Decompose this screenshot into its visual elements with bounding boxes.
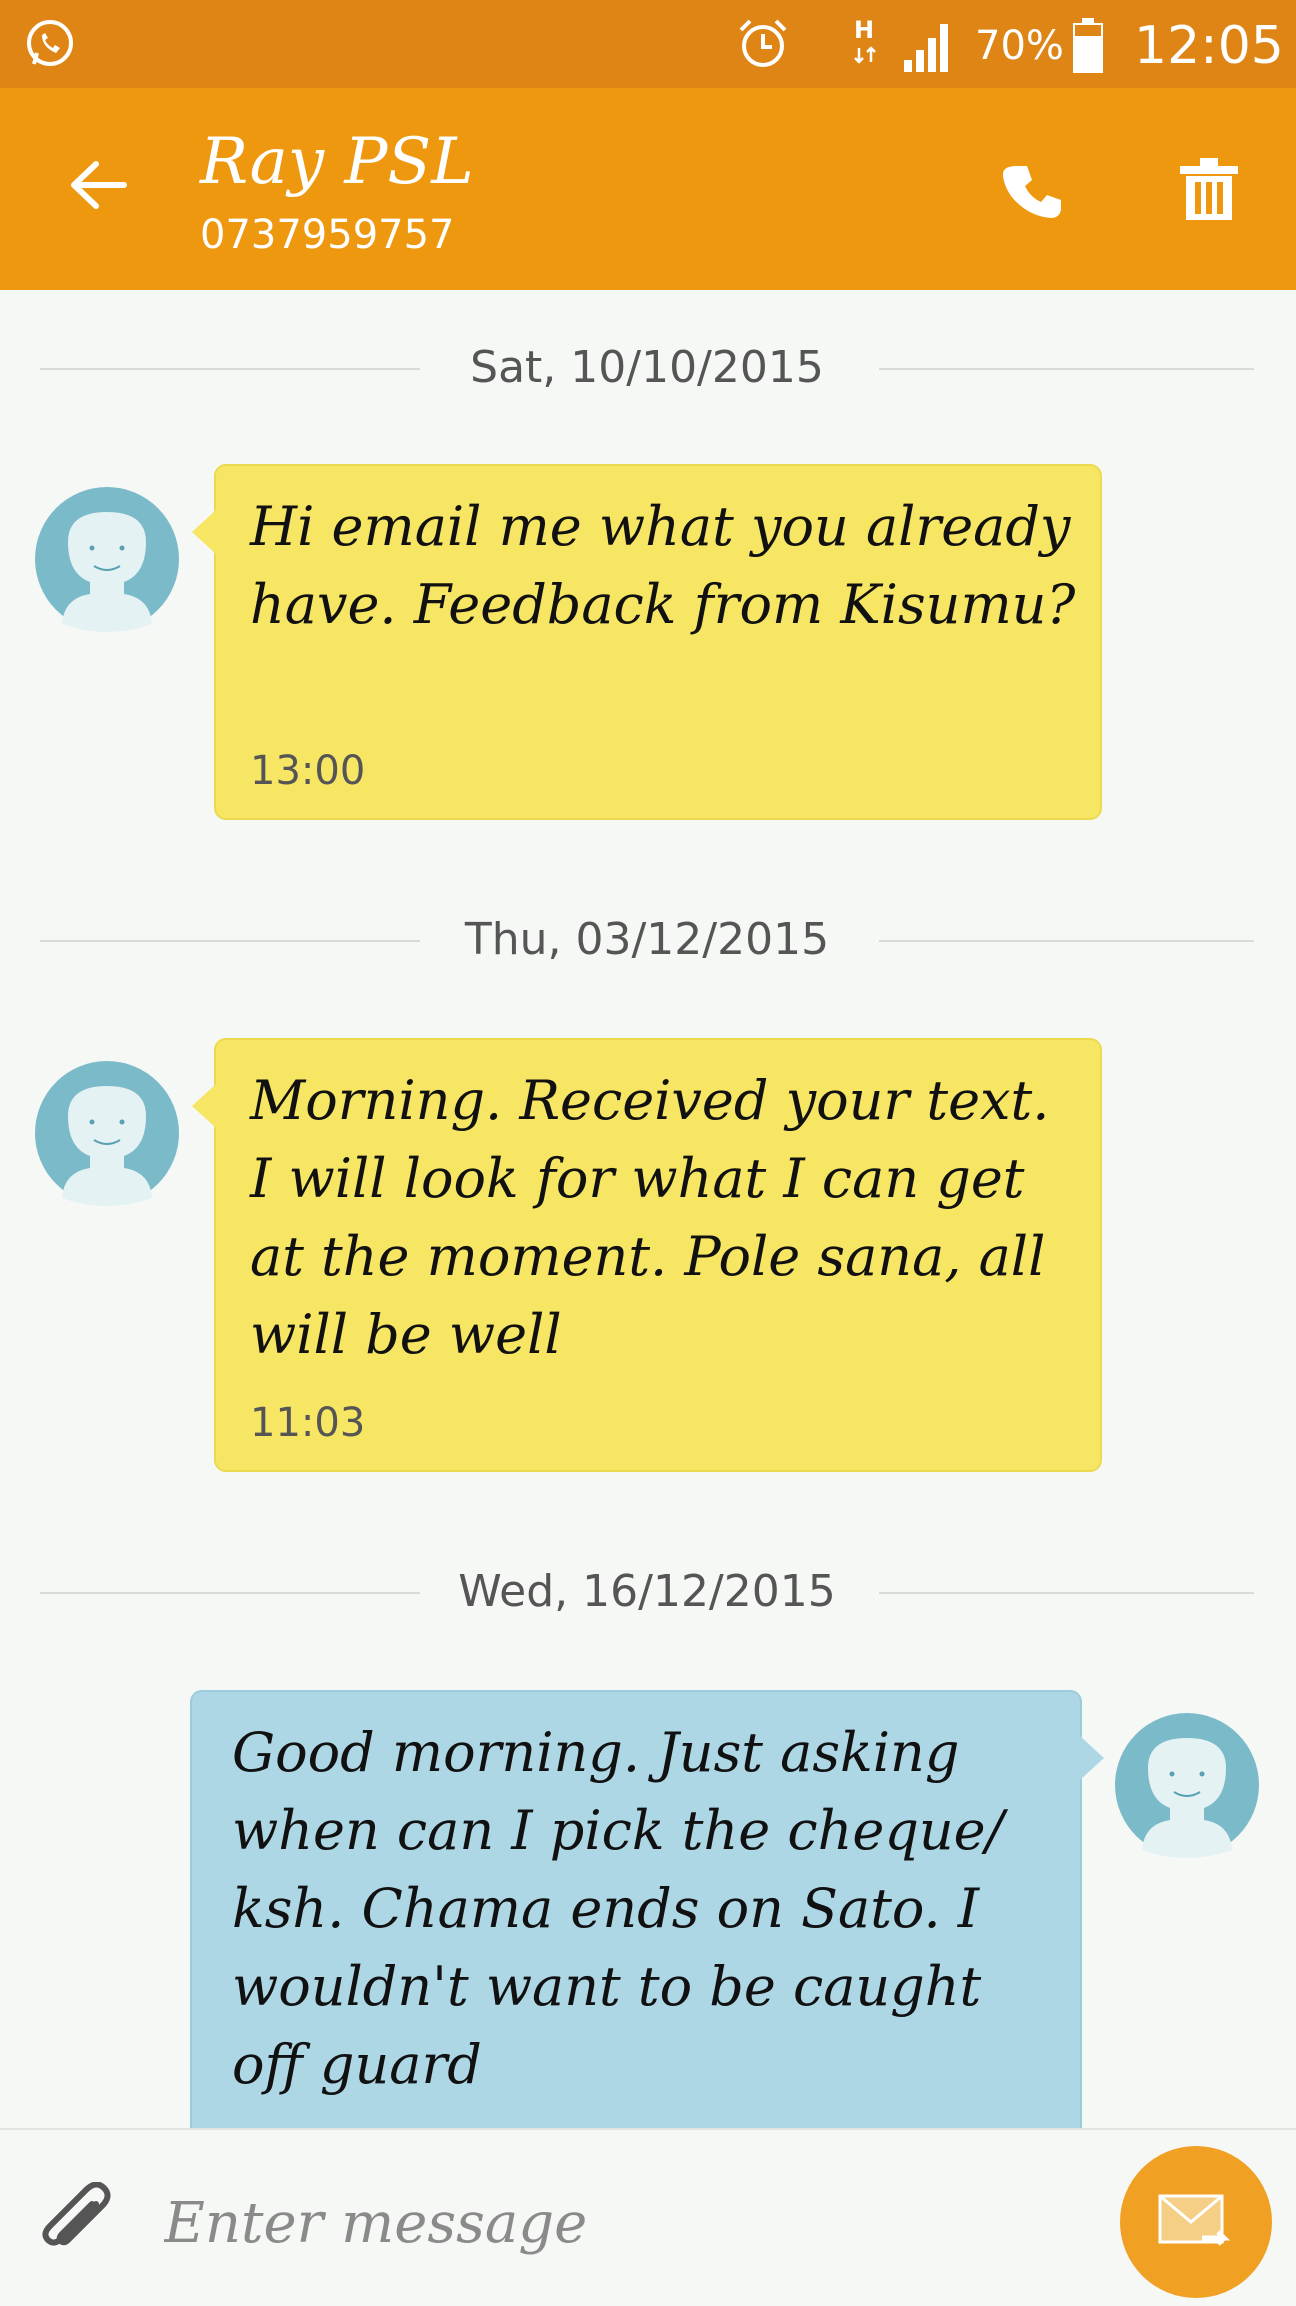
hspa-icon: H (854, 16, 876, 64)
date-separator: Sat, 10/10/2015 (40, 338, 1254, 398)
message-bubble-outgoing[interactable]: Good morning. Just asking when can I pic… (190, 1690, 1104, 2128)
date-label: Wed, 16/12/2015 (458, 1566, 836, 1617)
my-avatar-icon[interactable] (1114, 1712, 1260, 1858)
contact-avatar-icon[interactable] (34, 486, 180, 632)
message-composer (0, 2128, 1296, 2306)
whatsapp-icon (27, 20, 73, 66)
bubble-tail (1080, 1736, 1104, 1780)
message-text: Good morning. Just asking when can I pic… (232, 1721, 1004, 2096)
message-input[interactable] (164, 2184, 964, 2264)
message-bubble-incoming[interactable]: Hi email me what you already have. Feedb… (192, 464, 1102, 820)
message-text: Morning. Received your text. I will look… (250, 1069, 1050, 1366)
battery-percent: 70% (975, 23, 1064, 69)
bubble-tail (192, 1084, 216, 1128)
phone-icon[interactable] (1003, 160, 1067, 224)
contact-avatar-icon[interactable] (34, 1060, 180, 1206)
message-text: Hi email me what you already have. Feedb… (250, 495, 1076, 636)
clock: 12:05 (1134, 16, 1284, 76)
back-arrow-icon[interactable] (64, 150, 134, 220)
send-message-icon (1158, 2194, 1231, 2246)
contact-phone-number: 0737959757 (200, 212, 455, 258)
message-bubble-incoming[interactable]: Morning. Received your text. I will look… (192, 1038, 1102, 1472)
signal-icon (904, 24, 948, 72)
network-type-label: H (854, 16, 874, 44)
message-time: 11:03 (250, 1400, 366, 1446)
alarm-icon (739, 19, 787, 67)
send-button[interactable] (1120, 2146, 1272, 2298)
date-separator: Wed, 16/12/2015 (40, 1562, 1254, 1622)
message-time: 13:00 (250, 748, 366, 794)
date-label: Sat, 10/10/2015 (470, 342, 824, 393)
contact-name: Ray PSL (200, 125, 474, 199)
battery-icon (1073, 18, 1103, 73)
trash-icon[interactable] (1178, 158, 1240, 222)
bubble-tail (192, 510, 216, 554)
date-label: Thu, 03/12/2015 (464, 914, 830, 965)
date-separator: Thu, 03/12/2015 (40, 910, 1254, 970)
paperclip-icon[interactable] (38, 2182, 122, 2266)
conversation-header: Ray PSL 0737959757 (0, 88, 1296, 290)
status-bar: H 70% 12:05 (0, 0, 1296, 88)
